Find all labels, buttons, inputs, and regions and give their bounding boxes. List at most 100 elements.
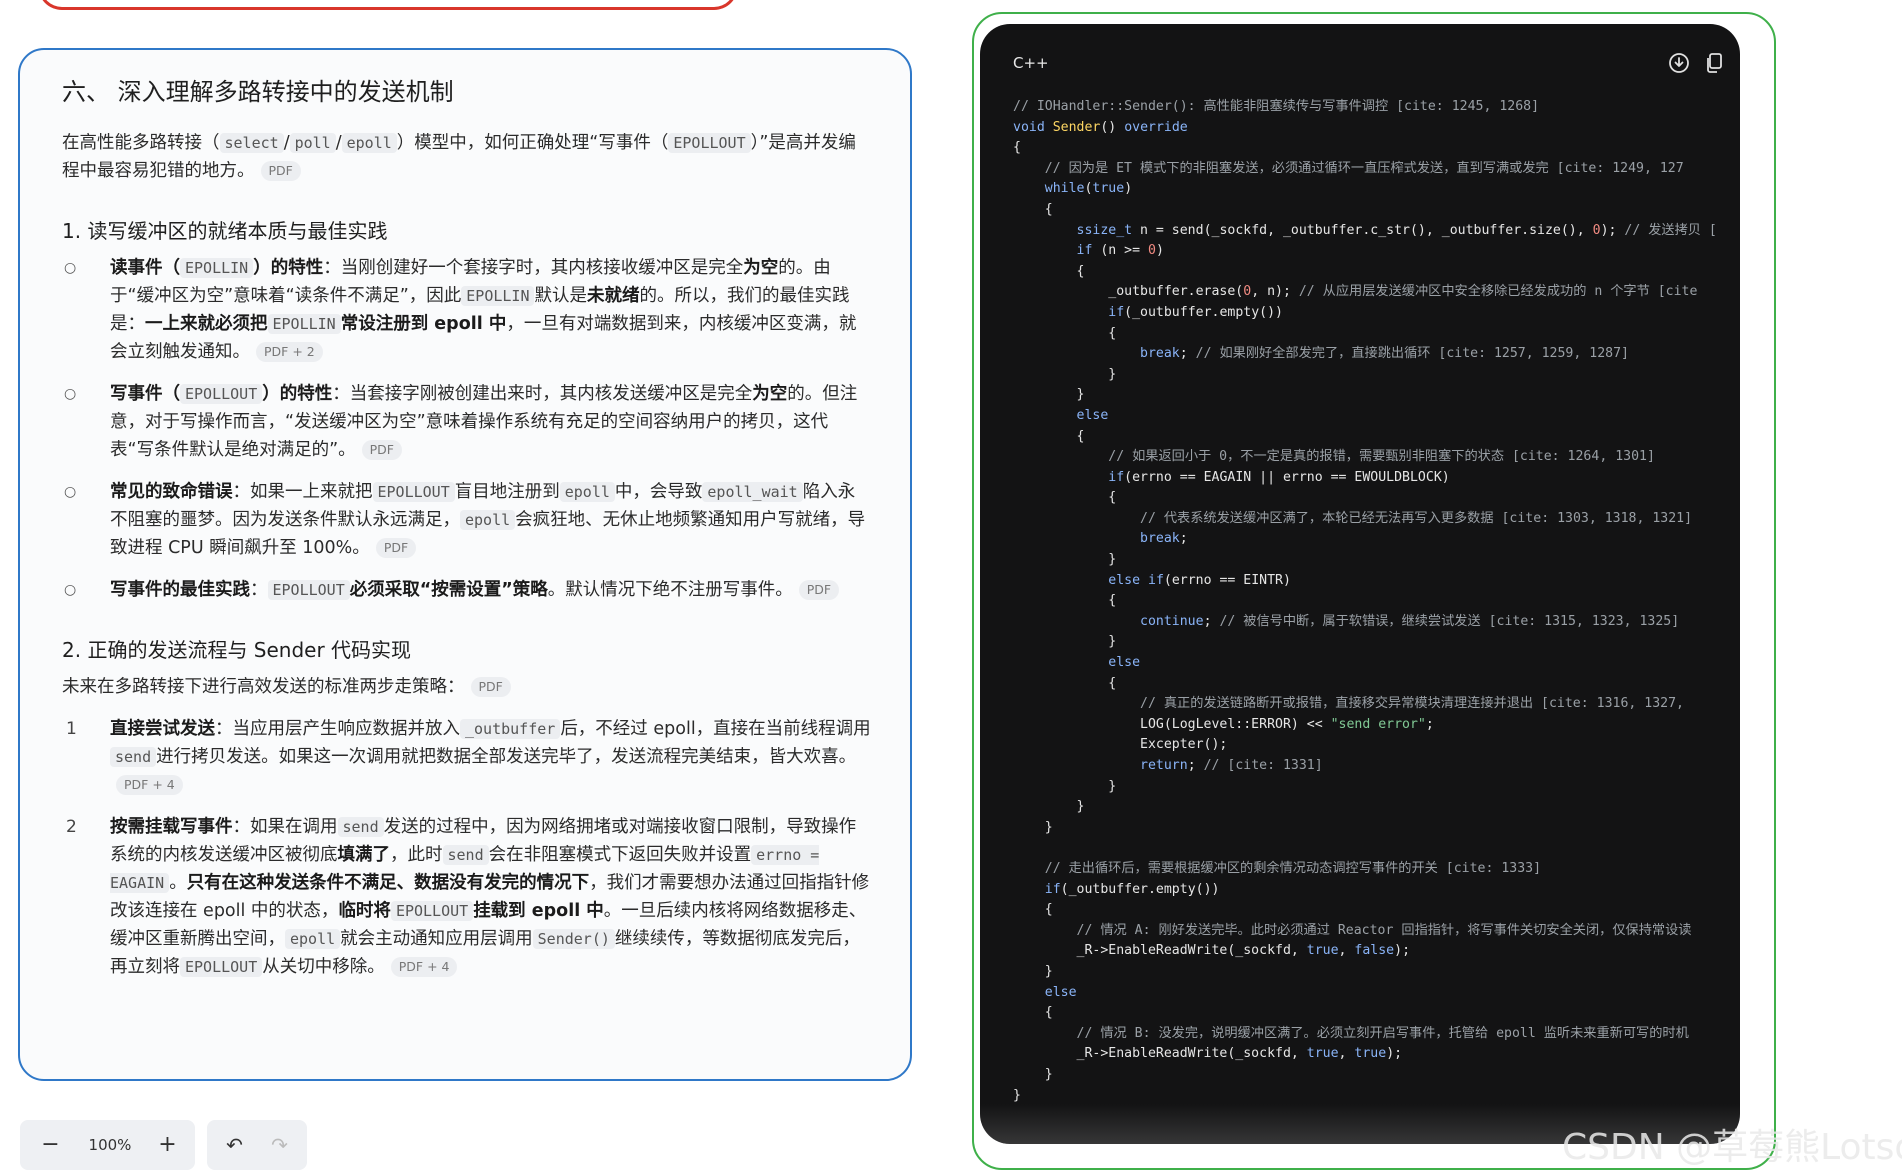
code-line: break; // 如果刚好全部发完了，直接跳出循环 [cite: 1257, … <box>1140 346 1629 362</box>
text: ：当套接字刚被创建出来时，其内核发送缓冲区是完全 <box>332 384 753 404</box>
code-line: if (n >= 0) <box>1076 243 1164 259</box>
bold-text: 按需挂载写事件 <box>110 817 233 837</box>
list-item: ○ 常见的致命错误：如果一上来就把 EPOLLOUT 盲目地注册到 epoll 中，会导… <box>62 478 872 562</box>
pdf-citation-chip[interactable]: PDF + 4 <box>116 775 183 795</box>
bold-text: 为空 <box>752 384 788 404</box>
bullet-icon: ○ <box>64 386 77 402</box>
code-line: // 如果返回小于 0，不一定是真的报错，需要甄别非阻塞下的状态 [cite: … <box>1108 449 1655 465</box>
inline-code: epoll_wait <box>702 482 803 502</box>
code-line: else <box>1044 984 1077 1000</box>
explanation-card: 六、 深入理解多路转接中的发送机制 在高性能多路转接（ select / poll / e… <box>18 48 912 1081</box>
pdf-citation-chip[interactable]: PDF <box>375 538 417 558</box>
bold-text: 一上来就必须把 <box>145 314 268 334</box>
section-title: 六、 深入理解多路转接中的发送机制 <box>62 78 454 106</box>
text: ：如果一上来就把 <box>232 482 373 502</box>
list-item: ○ 写事件的最佳实践： EPOLLOUT 必须采取“按需设置”策略。默认情况下绝不注… <box>62 576 872 604</box>
code-line: } <box>1013 799 1085 815</box>
code-line: } <box>1013 778 1117 794</box>
zoom-in-button[interactable]: + <box>145 1120 190 1170</box>
code-line: if(_outbuffer.empty()) <box>1108 304 1283 320</box>
subsection-intro: 未来在多路转接下进行高效发送的标准两步走策略： PDF <box>62 673 872 701</box>
pdf-citation-chip[interactable]: PDF <box>798 580 840 600</box>
bold-text: 为空 <box>743 258 779 278</box>
code-block: C++ // IOHandler::Sender(): 高性能非阻塞续传与写事件… <box>980 24 1740 1144</box>
code-line: { <box>1013 902 1053 918</box>
pdf-citation-chip[interactable]: PDF <box>260 161 301 181</box>
subsection-heading-1: 1. 读写缓冲区的就绪本质与最佳实践 <box>62 219 388 243</box>
code-line: } <box>1013 1087 1021 1103</box>
code-line: if(errno == EAGAIN || errno == EWOULDBLO… <box>1108 469 1450 485</box>
list-item: ○ 读事件（ EPOLLIN ）的特性：当刚创建好一个套接字时，其内核接收缓冲区是完… <box>62 254 872 366</box>
list-number: 2 <box>66 817 77 837</box>
code-line: { <box>1013 140 1021 156</box>
code-line: if(_outbuffer.empty()) <box>1044 881 1220 897</box>
code-line: // 真正的发送链路断开或报错，直接移交异常模块清理连接并退出 [cite: 1… <box>1140 696 1684 712</box>
inline-code: EPOLLIN <box>267 314 341 334</box>
subsection-heading-2: 2. 正确的发送流程与 Sender 代码实现 <box>62 638 412 662</box>
download-icon[interactable] <box>1668 52 1690 78</box>
text: 默认是 <box>534 286 587 306</box>
code-line: } <box>1013 552 1117 568</box>
inline-code: EPOLLOUT <box>180 957 263 977</box>
intro-paragraph: 在高性能多路转接（ select / poll / epoll ）模型中，如何正确处理“写事… <box>62 129 872 185</box>
inline-code: epoll <box>460 510 516 530</box>
code-language-label: C++ <box>1013 54 1049 72</box>
code-line: ssize_t n = send(_sockfd, _outbuffer.c_s… <box>1076 222 1717 238</box>
bold-text: 直接尝试发送 <box>110 719 215 739</box>
zoom-toolbar: − 100% + <box>20 1120 195 1170</box>
code-line: break; <box>1140 531 1188 547</box>
inline-code: poll <box>289 133 336 153</box>
pdf-citation-chip[interactable]: PDF <box>470 677 511 697</box>
pdf-citation-chip[interactable]: PDF <box>361 440 402 460</box>
text: 盲目地注册到 <box>454 482 560 502</box>
pdf-citation-chip[interactable]: PDF + 2 <box>256 342 323 362</box>
code-line: { <box>1013 201 1053 217</box>
bullet-icon: ○ <box>64 484 77 500</box>
code-line: return; // [cite: 1331] <box>1140 758 1323 773</box>
bold-text: 未就绪 <box>586 286 640 306</box>
history-toolbar: ↶ ↷ <box>207 1120 307 1170</box>
text: 未来在多路转接下进行高效发送的标准两步走策略： <box>62 677 465 697</box>
list-item: ○ 写事件（ EPOLLOUT ）的特性：当套接字刚被创建出来时，其内核发送缓冲区是… <box>62 380 872 464</box>
text: 在高性能多路转接（ <box>62 133 220 153</box>
undo-button[interactable]: ↶ <box>212 1120 257 1170</box>
inline-code: EPOLLOUT <box>390 901 474 921</box>
code-line: LOG(LogLevel::ERROR) << "send error"; <box>1013 716 1434 732</box>
code-text[interactable]: // IOHandler::Sender(): 高性能非阻塞续传与写事件调控 [… <box>1013 97 1733 1106</box>
redo-button[interactable]: ↷ <box>257 1120 302 1170</box>
code-line: // 情况 B: 没发完，说明缓冲区满了。必须立刻开启写事件，托管给 epoll… <box>1076 1025 1689 1041</box>
text: 后，不经过 epoll，直接在当前线程调用 <box>560 719 871 739</box>
inline-code: EPOLLOUT <box>668 133 751 153</box>
pdf-citation-chip[interactable]: PDF + 4 <box>390 957 458 977</box>
code-line: { <box>1013 675 1117 691</box>
inline-code: Sender() <box>532 929 615 949</box>
text: / <box>283 133 290 153</box>
code-line: // 因为是 ET 模式下的非阻塞发送，必须通过循环一直压榨式发送，直到写满或发… <box>1044 160 1684 176</box>
zoom-out-button[interactable]: − <box>28 1120 73 1170</box>
code-line: { <box>1013 263 1085 279</box>
bold-text: 挂载到 epoll 中 <box>473 901 604 921</box>
copy-icon[interactable] <box>1704 52 1724 78</box>
code-line: // 代表系统发送缓冲区满了，本轮已经无法再写入更多数据 [cite: 1303… <box>1140 510 1693 526</box>
inline-code: epoll <box>559 482 615 502</box>
inline-code: epoll <box>341 133 397 153</box>
text: 中，会导致 <box>614 482 703 502</box>
bold-text: 常设注册到 epoll 中 <box>340 314 507 334</box>
inline-code: send <box>442 845 489 865</box>
inline-code: epoll <box>285 929 341 949</box>
inline-code: EPOLLOUT <box>267 580 350 600</box>
text: ： <box>250 580 268 600</box>
code-line: } <box>1013 387 1085 403</box>
bold-text: 常见的致命错误 <box>110 482 233 502</box>
bold-text: 写事件（ <box>110 384 180 404</box>
explanation-content: 六、 深入理解多路转接中的发送机制 在高性能多路转接（ select / poll / e… <box>62 72 872 995</box>
zoom-level[interactable]: 100% <box>75 1120 145 1170</box>
text: 。 <box>169 873 187 893</box>
code-line: Excepter(); <box>1013 737 1228 753</box>
code-line: } <box>1013 366 1117 382</box>
list-number: 1 <box>66 719 77 739</box>
numbered-list: 1 直接尝试发送：当应用层产生响应数据并放入 _outbuffer 后，不经过 ep… <box>62 715 872 981</box>
bold-text: 临时将 <box>338 901 391 921</box>
code-line: void Sender() override <box>1013 119 1188 135</box>
